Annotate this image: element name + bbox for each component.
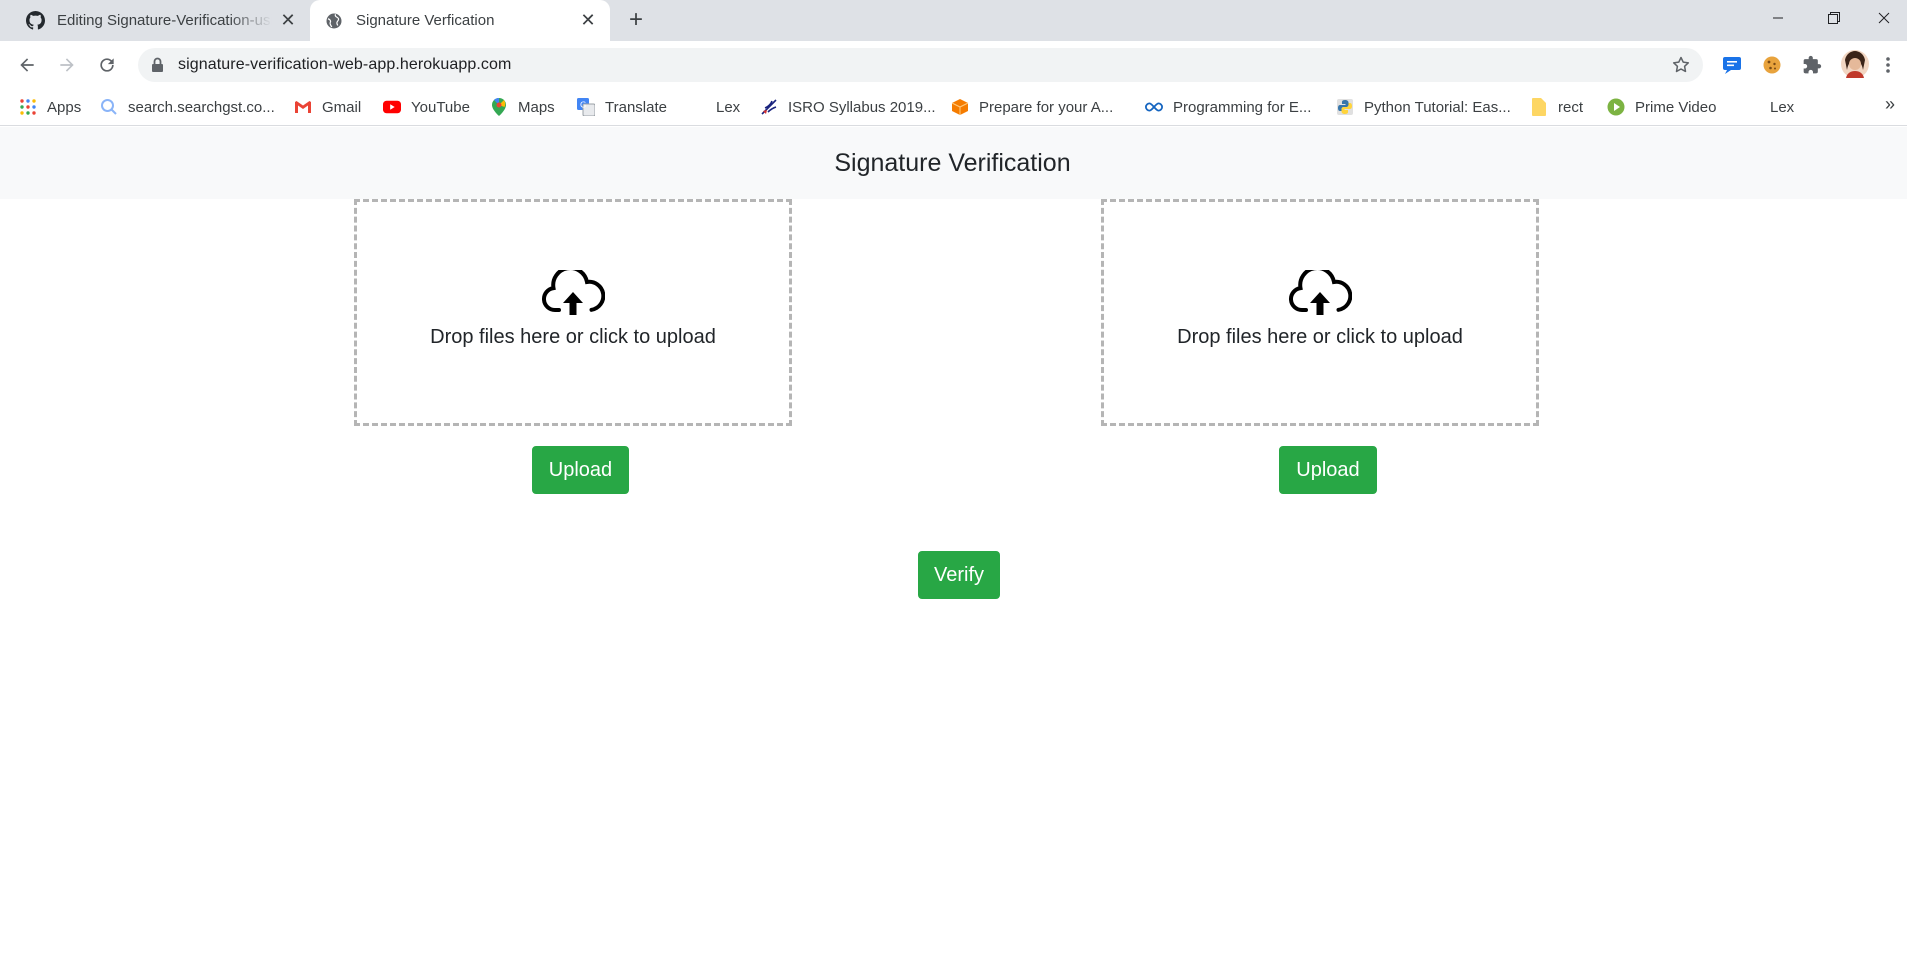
url-text[interactable]: signature-verification-web-app.herokuapp… [178,56,511,74]
bookmark-label: Maps [518,98,555,116]
lock-icon[interactable] [151,57,164,78]
bookmark-lex-2[interactable]: Lex [1742,94,1794,120]
bookmark-label: Translate [605,98,667,116]
infinity-icon [1145,98,1163,116]
tab-title: Signature Verfication [356,12,495,29]
back-button[interactable] [12,50,42,80]
tab-title: Editing Signature-Verification-using- [57,12,272,29]
minimize-button[interactable] [1750,0,1806,36]
tab-signature-verification[interactable]: Signature Verfication ✕ [310,0,610,41]
bookmark-label: Programming for E... [1173,98,1312,116]
bookmark-label: ISRO Syllabus 2019... [788,98,936,116]
bookmark-label: Lex [716,98,741,116]
bookmark-prepare[interactable]: Prepare for your A... [951,94,1113,120]
youtube-icon [383,98,401,116]
cloud-upload-icon [1289,270,1352,315]
close-window-button[interactable] [1856,0,1907,36]
bookmark-apps[interactable]: Apps [19,94,81,120]
bookmark-label: Prime Video [1635,98,1717,116]
verify-button[interactable]: Verify [918,551,1000,599]
box-icon [951,98,969,116]
bookmark-isro[interactable]: ISRO Syllabus 2019... [760,94,936,120]
upload-button-2[interactable]: Upload [1279,446,1377,494]
bookmark-translate[interactable]: G Translate [577,94,667,120]
maps-icon [490,98,508,116]
bookmark-rect[interactable]: rect [1530,94,1583,120]
upload-dropzone-1[interactable]: Drop files here or click to upload [354,199,792,426]
tab-editing-signature[interactable]: Editing Signature-Verification-using- ✕ [0,0,310,41]
gmail-icon [294,98,312,116]
browser-menu-icon[interactable] [1882,53,1894,77]
bookmarks-bar: Apps search.searchgst.co... Gmail YouTub… [0,88,1907,126]
profile-avatar[interactable] [1841,50,1869,78]
svg-text:G: G [580,101,586,110]
dropzone-message: Drop files here or click to upload [430,326,716,348]
isro-icon [760,98,778,116]
bookmark-label: Python Tutorial: Eas... [1364,98,1511,116]
bookmark-label: Gmail [322,98,362,116]
bookmark-label: Lex [1770,98,1795,116]
page-navbar: Signature Verification [0,127,1907,199]
tab-strip: Editing Signature-Verification-using- ✕ … [0,0,1907,41]
bookmark-star-icon[interactable] [1671,55,1691,80]
blank-icon [1742,98,1760,116]
forward-button[interactable] [52,50,82,80]
browser-toolbar: signature-verification-web-app.herokuapp… [0,41,1907,88]
bookmark-searchgst[interactable]: search.searchgst.co... [100,94,275,120]
more-bookmarks-icon[interactable]: » [1885,94,1895,115]
play-icon [1607,98,1625,116]
bookmark-youtube[interactable]: YouTube [383,94,470,120]
upload-button-1[interactable]: Upload [532,446,629,494]
bookmark-maps[interactable]: Maps [490,94,555,120]
github-icon [25,11,45,31]
cookie-extension-icon[interactable] [1760,53,1784,77]
bookmark-programming[interactable]: Programming for E... [1145,94,1311,120]
page-title: Signature Verification [834,148,1071,177]
restore-button[interactable] [1806,0,1862,36]
bookmark-gmail[interactable]: Gmail [294,94,361,120]
blank-icon [688,98,706,116]
address-bar[interactable]: signature-verification-web-app.herokuapp… [138,48,1703,82]
upload-dropzone-2[interactable]: Drop files here or click to upload [1101,199,1539,426]
bookmark-label: Prepare for your A... [979,98,1114,116]
python-icon [1336,98,1354,116]
cloud-upload-icon [542,270,605,315]
dropzone-message: Drop files here or click to upload [1177,326,1463,348]
note-icon [1530,98,1548,116]
bookmark-label: Apps [47,98,82,116]
bookmark-prime-video[interactable]: Prime Video [1607,94,1716,120]
apps-grid-icon [19,98,37,116]
bookmark-lex[interactable]: Lex [688,94,740,120]
translate-icon: G [577,98,595,116]
bookmark-label: YouTube [411,98,470,116]
close-tab-icon[interactable]: ✕ [578,10,598,31]
bookmark-label: search.searchgst.co... [128,98,275,116]
globe-icon [324,11,344,31]
extensions-puzzle-icon[interactable] [1800,53,1824,77]
reload-button[interactable] [92,50,122,80]
new-tab-button[interactable]: + [624,6,648,33]
bookmark-label: rect [1558,98,1584,116]
chat-extension-icon[interactable] [1720,53,1744,77]
bookmark-python[interactable]: Python Tutorial: Eas... [1336,94,1511,120]
search-icon [100,98,118,116]
close-tab-icon[interactable]: ✕ [278,10,298,31]
